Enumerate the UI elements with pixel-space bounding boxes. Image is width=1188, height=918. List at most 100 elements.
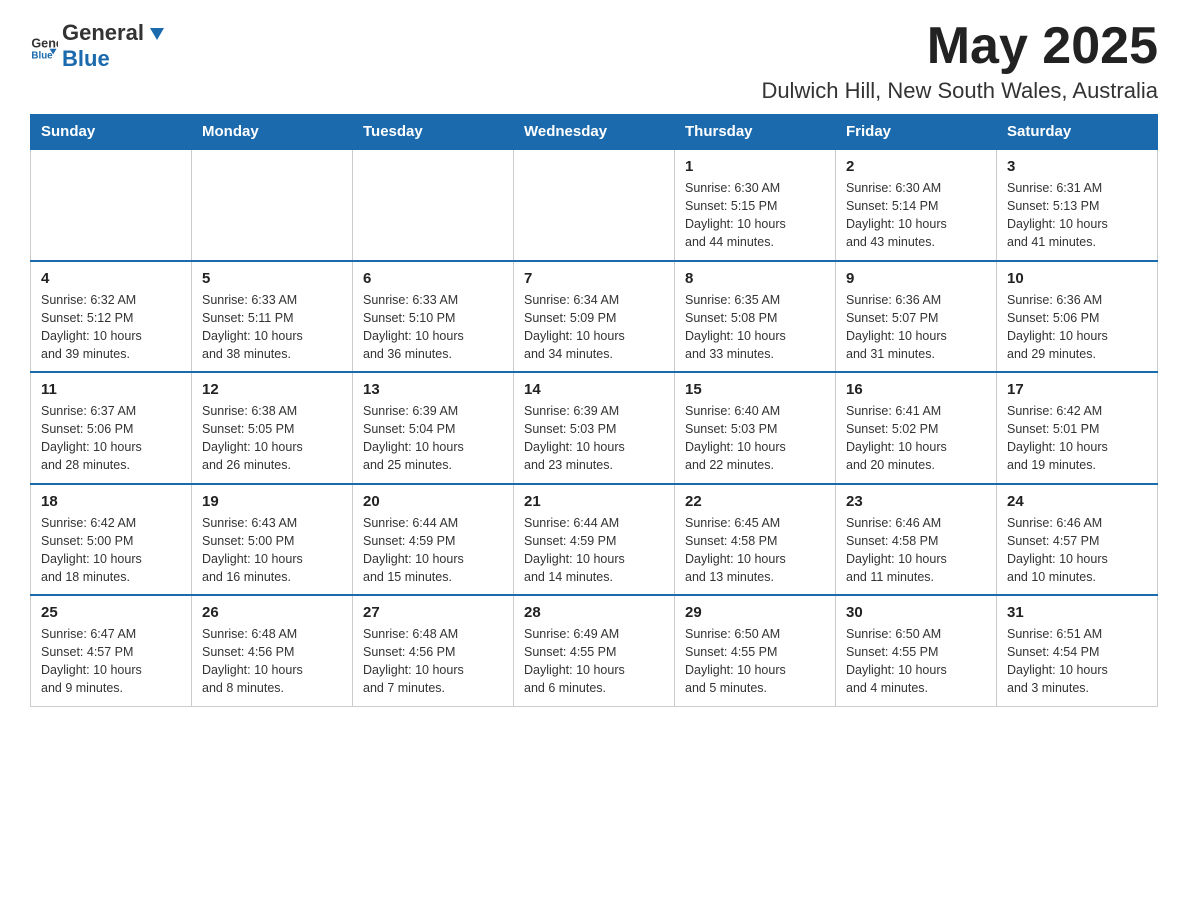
calendar-cell: 28 Sunrise: 6:49 AMSunset: 4:55 PMDayligh… [514, 595, 675, 706]
day-number: 1 [685, 158, 825, 175]
col-header-monday: Monday [192, 115, 353, 150]
day-info: Sunrise: 6:30 AMSunset: 5:15 PMDaylight:… [685, 179, 825, 252]
calendar-header-row: SundayMondayTuesdayWednesdayThursdayFrid… [31, 115, 1158, 150]
day-number: 4 [41, 270, 181, 287]
day-info: Sunrise: 6:45 AMSunset: 4:58 PMDaylight:… [685, 514, 825, 587]
logo-text-general: General [62, 20, 144, 46]
day-number: 31 [1007, 604, 1147, 621]
day-number: 19 [202, 493, 342, 510]
calendar-cell: 31Sunrise: 6:51 AMSunset: 4:54 PMDayligh… [997, 595, 1158, 706]
logo-triangle-icon [146, 22, 168, 44]
col-header-wednesday: Wednesday [514, 115, 675, 150]
day-info: Sunrise: 6:40 AMSunset: 5:03 PMDaylight:… [685, 402, 825, 475]
col-header-sunday: Sunday [31, 115, 192, 150]
day-info: Sunrise: 6:44 AMSunset: 4:59 PMDaylight:… [524, 514, 664, 587]
calendar-week-row: 11 Sunrise: 6:37 AMSunset: 5:06 PMDayligh… [31, 372, 1158, 484]
day-info: Sunrise: 6:32 AMSunset: 5:12 PMDaylight:… [41, 291, 181, 364]
day-number: 23 [846, 493, 986, 510]
day-number: 9 [846, 270, 986, 287]
calendar-cell: 24Sunrise: 6:46 AMSunset: 4:57 PMDayligh… [997, 484, 1158, 596]
day-number: 20 [363, 493, 503, 510]
calendar-cell: 18 Sunrise: 6:42 AMSunset: 5:00 PMDayligh… [31, 484, 192, 596]
day-number: 7 [524, 270, 664, 287]
calendar-cell: 12Sunrise: 6:38 AMSunset: 5:05 PMDayligh… [192, 372, 353, 484]
day-number: 17 [1007, 381, 1147, 398]
calendar-week-row: 1 Sunrise: 6:30 AMSunset: 5:15 PMDaylight… [31, 149, 1158, 261]
calendar-cell [514, 149, 675, 261]
day-number: 8 [685, 270, 825, 287]
day-info: Sunrise: 6:42 AMSunset: 5:00 PMDaylight:… [41, 514, 181, 587]
day-number: 28 [524, 604, 664, 621]
day-info: Sunrise: 6:33 AMSunset: 5:10 PMDaylight:… [363, 291, 503, 364]
day-number: 6 [363, 270, 503, 287]
calendar-cell: 17Sunrise: 6:42 AMSunset: 5:01 PMDayligh… [997, 372, 1158, 484]
day-number: 30 [846, 604, 986, 621]
col-header-friday: Friday [836, 115, 997, 150]
logo-icon: General Blue [30, 32, 58, 60]
calendar-cell: 20 Sunrise: 6:44 AMSunset: 4:59 PMDayligh… [353, 484, 514, 596]
day-info: Sunrise: 6:41 AMSunset: 5:02 PMDaylight:… [846, 402, 986, 475]
calendar-week-row: 4 Sunrise: 6:32 AMSunset: 5:12 PMDaylight… [31, 261, 1158, 373]
day-number: 27 [363, 604, 503, 621]
day-number: 21 [524, 493, 664, 510]
svg-text:General: General [31, 36, 58, 50]
calendar-cell: 5 Sunrise: 6:33 AMSunset: 5:11 PMDaylight… [192, 261, 353, 373]
day-number: 26 [202, 604, 342, 621]
day-info: Sunrise: 6:36 AMSunset: 5:06 PMDaylight:… [1007, 291, 1147, 364]
title-section: May 2025 Dulwich Hill, New South Wales, … [761, 20, 1158, 104]
day-info: Sunrise: 6:46 AMSunset: 4:57 PMDaylight:… [1007, 514, 1147, 587]
calendar-week-row: 18 Sunrise: 6:42 AMSunset: 5:00 PMDayligh… [31, 484, 1158, 596]
logo-text-blue: Blue [62, 46, 110, 71]
day-info: Sunrise: 6:37 AMSunset: 5:06 PMDaylight:… [41, 402, 181, 475]
calendar-cell: 13Sunrise: 6:39 AMSunset: 5:04 PMDayligh… [353, 372, 514, 484]
calendar-cell: 22Sunrise: 6:45 AMSunset: 4:58 PMDayligh… [675, 484, 836, 596]
calendar-cell: 21 Sunrise: 6:44 AMSunset: 4:59 PMDayligh… [514, 484, 675, 596]
col-header-thursday: Thursday [675, 115, 836, 150]
calendar-cell: 27Sunrise: 6:48 AMSunset: 4:56 PMDayligh… [353, 595, 514, 706]
day-info: Sunrise: 6:48 AMSunset: 4:56 PMDaylight:… [202, 625, 342, 698]
day-info: Sunrise: 6:39 AMSunset: 5:04 PMDaylight:… [363, 402, 503, 475]
day-info: Sunrise: 6:47 AMSunset: 4:57 PMDaylight:… [41, 625, 181, 698]
calendar-cell: 7 Sunrise: 6:34 AMSunset: 5:09 PMDaylight… [514, 261, 675, 373]
svg-text:Blue: Blue [31, 51, 53, 60]
day-number: 15 [685, 381, 825, 398]
col-header-tuesday: Tuesday [353, 115, 514, 150]
day-info: Sunrise: 6:36 AMSunset: 5:07 PMDaylight:… [846, 291, 986, 364]
calendar-table: SundayMondayTuesdayWednesdayThursdayFrid… [30, 114, 1158, 707]
day-number: 5 [202, 270, 342, 287]
day-info: Sunrise: 6:49 AMSunset: 4:55 PMDaylight:… [524, 625, 664, 698]
day-number: 25 [41, 604, 181, 621]
calendar-cell: 30Sunrise: 6:50 AMSunset: 4:55 PMDayligh… [836, 595, 997, 706]
calendar-cell: 4 Sunrise: 6:32 AMSunset: 5:12 PMDaylight… [31, 261, 192, 373]
day-info: Sunrise: 6:50 AMSunset: 4:55 PMDaylight:… [685, 625, 825, 698]
day-number: 11 [41, 381, 181, 398]
day-info: Sunrise: 6:44 AMSunset: 4:59 PMDaylight:… [363, 514, 503, 587]
calendar-cell: 26 Sunrise: 6:48 AMSunset: 4:56 PMDayligh… [192, 595, 353, 706]
day-number: 14 [524, 381, 664, 398]
page-header: General Blue General Blue May 2025 Dulwi… [30, 20, 1158, 104]
calendar-cell: 29 Sunrise: 6:50 AMSunset: 4:55 PMDayligh… [675, 595, 836, 706]
calendar-week-row: 25 Sunrise: 6:47 AMSunset: 4:57 PMDayligh… [31, 595, 1158, 706]
calendar-cell [31, 149, 192, 261]
month-title: May 2025 [761, 20, 1158, 72]
calendar-cell: 14Sunrise: 6:39 AMSunset: 5:03 PMDayligh… [514, 372, 675, 484]
day-number: 2 [846, 158, 986, 175]
day-info: Sunrise: 6:35 AMSunset: 5:08 PMDaylight:… [685, 291, 825, 364]
day-info: Sunrise: 6:30 AMSunset: 5:14 PMDaylight:… [846, 179, 986, 252]
day-number: 16 [846, 381, 986, 398]
location-subtitle: Dulwich Hill, New South Wales, Australia [761, 78, 1158, 104]
day-info: Sunrise: 6:33 AMSunset: 5:11 PMDaylight:… [202, 291, 342, 364]
calendar-cell: 23 Sunrise: 6:46 AMSunset: 4:58 PMDayligh… [836, 484, 997, 596]
calendar-cell: 2 Sunrise: 6:30 AMSunset: 5:14 PMDaylight… [836, 149, 997, 261]
calendar-cell [192, 149, 353, 261]
calendar-cell: 15 Sunrise: 6:40 AMSunset: 5:03 PMDayligh… [675, 372, 836, 484]
day-info: Sunrise: 6:34 AMSunset: 5:09 PMDaylight:… [524, 291, 664, 364]
day-info: Sunrise: 6:46 AMSunset: 4:58 PMDaylight:… [846, 514, 986, 587]
calendar-cell: 1 Sunrise: 6:30 AMSunset: 5:15 PMDaylight… [675, 149, 836, 261]
calendar-cell: 10Sunrise: 6:36 AMSunset: 5:06 PMDayligh… [997, 261, 1158, 373]
day-number: 29 [685, 604, 825, 621]
calendar-cell: 19Sunrise: 6:43 AMSunset: 5:00 PMDayligh… [192, 484, 353, 596]
logo: General Blue General Blue [30, 20, 168, 72]
day-number: 3 [1007, 158, 1147, 175]
day-number: 18 [41, 493, 181, 510]
